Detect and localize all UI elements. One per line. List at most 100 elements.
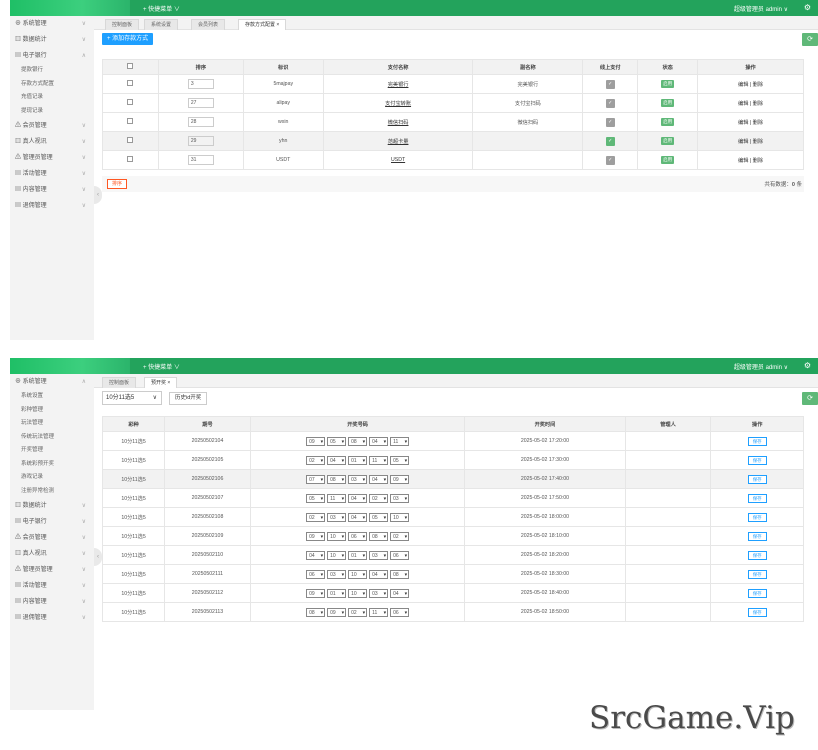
draw-number-select[interactable]: 08 xyxy=(306,607,326,617)
tab-deposit-config[interactable]: 存款方式配置 × xyxy=(238,19,287,30)
tab-dashboard[interactable]: 控制面板 xyxy=(105,19,140,30)
gear-icon[interactable]: ⚙ xyxy=(804,361,811,370)
save-button[interactable]: 保存 xyxy=(747,455,767,465)
draw-number-select[interactable]: 11 xyxy=(327,493,347,503)
sidebar-item-1[interactable]: ▥ 数据统计 ∨ xyxy=(10,32,94,48)
draw-number-select[interactable]: 06 xyxy=(390,550,410,560)
edit-delete-links[interactable]: 编辑 | 删除 xyxy=(738,120,763,126)
refresh-icon[interactable]: ⟳ xyxy=(802,392,818,405)
sidebar-subitem[interactable]: 提款银行 xyxy=(10,64,94,78)
draw-number-select[interactable]: 10 xyxy=(390,512,410,522)
save-button[interactable]: 保存 xyxy=(747,550,767,560)
edit-delete-links[interactable]: 编辑 | 删除 xyxy=(738,158,763,164)
draw-number-select[interactable]: 10 xyxy=(327,550,347,560)
draw-number-select[interactable]: 02 xyxy=(348,607,368,617)
row-select-cell[interactable] xyxy=(102,93,159,113)
save-button[interactable]: 保存 xyxy=(747,588,767,598)
save-button[interactable]: 保存 xyxy=(747,474,767,484)
sort-order-input[interactable]: 31 xyxy=(187,155,214,165)
sidebar-item-after-6[interactable]: ▤ 内容管理 ∨ xyxy=(10,594,94,610)
sidebar-item-after-1[interactable]: ▤ 电子银行 ∨ xyxy=(10,514,94,530)
row-checkbox[interactable] xyxy=(127,80,134,86)
edit-delete-links[interactable]: 编辑 | 删除 xyxy=(738,139,763,145)
draw-number-select[interactable]: 04 xyxy=(390,588,410,598)
sidebar-item-after-0[interactable]: ⚠ 会员管理 ∨ xyxy=(10,118,94,134)
online-pay-toggle-icon[interactable]: ✓ xyxy=(605,136,615,146)
draw-number-select[interactable]: 05 xyxy=(306,493,326,503)
online-pay-toggle-icon[interactable]: ✓ xyxy=(605,98,615,108)
draw-number-select[interactable]: 08 xyxy=(390,569,410,579)
sidebar-item-after-7[interactable]: ▤ 退佣管理 ∨ xyxy=(10,610,94,626)
pay-name-link[interactable]: 范超卡量 xyxy=(388,139,409,145)
status-badge[interactable]: 启用 xyxy=(661,156,675,164)
draw-number-select[interactable]: 04 xyxy=(369,436,389,446)
add-deposit-method-button[interactable]: + 添加存款方式 xyxy=(102,33,154,45)
draw-number-select[interactable]: 06 xyxy=(306,569,326,579)
draw-number-select[interactable]: 10 xyxy=(327,531,347,541)
draw-number-select[interactable]: 10 xyxy=(348,569,368,579)
select-all-checkbox[interactable] xyxy=(127,63,134,69)
draw-number-select[interactable]: 07 xyxy=(306,474,326,484)
draw-number-select[interactable]: 08 xyxy=(369,531,389,541)
sidebar-subitem[interactable]: 玩法管理 xyxy=(10,417,94,431)
row-checkbox[interactable] xyxy=(127,156,134,162)
status-badge[interactable]: 启用 xyxy=(661,99,675,107)
sidebar-item-after-4[interactable]: ⚠ 管理员管理 ∨ xyxy=(10,562,94,578)
draw-number-select[interactable]: 03 xyxy=(390,493,410,503)
draw-number-select[interactable]: 02 xyxy=(390,531,410,541)
draw-number-select[interactable]: 04 xyxy=(306,550,326,560)
sidebar-subitem[interactable]: 注册异常检测 xyxy=(10,485,94,499)
sidebar-item-after-0[interactable]: ▥ 数据统计 ∨ xyxy=(10,498,94,514)
online-pay-toggle-icon[interactable]: ✓ xyxy=(605,117,615,127)
save-button[interactable]: 保存 xyxy=(747,436,767,446)
quick-menu[interactable]: + 快捷菜单 ∨ xyxy=(143,4,180,13)
draw-number-select[interactable]: 04 xyxy=(348,512,368,522)
sidebar-item-system[interactable]: ⊕ 系统管理 ∧ xyxy=(10,374,94,390)
sidebar-item-after-2[interactable]: ⚠ 管理员管理 ∨ xyxy=(10,150,94,166)
draw-number-select[interactable]: 03 xyxy=(369,550,389,560)
draw-number-select[interactable]: 02 xyxy=(306,512,326,522)
admin-user-menu[interactable]: 超级管理员 admin ∨ xyxy=(734,362,788,371)
row-select-cell[interactable] xyxy=(102,131,159,151)
save-button[interactable]: 保存 xyxy=(747,569,767,579)
save-button[interactable]: 保存 xyxy=(747,512,767,522)
draw-number-select[interactable]: 09 xyxy=(390,474,410,484)
draw-number-select[interactable]: 06 xyxy=(390,607,410,617)
row-checkbox[interactable] xyxy=(127,137,134,143)
draw-number-select[interactable]: 03 xyxy=(348,474,368,484)
draw-number-select[interactable]: 03 xyxy=(327,512,347,522)
draw-number-select[interactable]: 02 xyxy=(369,493,389,503)
sidebar-item-2[interactable]: ▤ 电子银行 ∧ xyxy=(10,48,94,64)
sidebar-subitem[interactable]: 传统玩法管理 xyxy=(10,431,94,445)
quick-menu[interactable]: + 快捷菜单 ∨ xyxy=(143,362,180,371)
draw-number-select[interactable]: 05 xyxy=(369,512,389,522)
sort-button[interactable]: 排序 xyxy=(107,179,128,189)
sidebar-subitem[interactable]: 提现记录 xyxy=(10,105,94,119)
sidebar-subitem[interactable]: 系统设置 xyxy=(10,390,94,404)
sort-order-input[interactable]: 28 xyxy=(187,117,214,127)
draw-number-select[interactable]: 01 xyxy=(348,455,368,465)
draw-number-select[interactable]: 05 xyxy=(327,436,347,446)
pay-name-link[interactable]: 微信扫码 xyxy=(388,120,409,126)
edit-delete-links[interactable]: 编辑 | 删除 xyxy=(738,101,763,107)
sidebar-item-after-5[interactable]: ▤ 退佣管理 ∨ xyxy=(10,198,94,214)
edit-delete-links[interactable]: 编辑 | 删除 xyxy=(738,82,763,88)
draw-number-select[interactable]: 09 xyxy=(306,588,326,598)
draw-number-select[interactable]: 11 xyxy=(390,436,410,446)
draw-number-select[interactable]: 09 xyxy=(327,607,347,617)
draw-number-select[interactable]: 09 xyxy=(306,531,326,541)
draw-number-select[interactable]: 02 xyxy=(306,455,326,465)
sidebar-item-after-4[interactable]: ▤ 内容管理 ∨ xyxy=(10,182,94,198)
game-select[interactable]: 10分11选5 ∨ xyxy=(102,391,162,405)
online-pay-toggle-icon[interactable]: ✓ xyxy=(605,79,615,89)
sidebar-item-after-3[interactable]: ▥ 真人视讯 ∨ xyxy=(10,546,94,562)
tab-member-list[interactable]: 会员列表 xyxy=(191,19,226,30)
sidebar-item-after-2[interactable]: ⚠ 会员管理 ∨ xyxy=(10,530,94,546)
status-badge[interactable]: 启用 xyxy=(661,118,675,126)
draw-number-select[interactable]: 05 xyxy=(390,455,410,465)
row-select-cell[interactable] xyxy=(102,150,159,170)
sidebar-subitem[interactable]: 充值记录 xyxy=(10,91,94,105)
sort-order-input[interactable]: 3 xyxy=(187,79,214,89)
draw-number-select[interactable]: 11 xyxy=(369,455,389,465)
sidebar-item-after-5[interactable]: ▤ 活动管理 ∨ xyxy=(10,578,94,594)
